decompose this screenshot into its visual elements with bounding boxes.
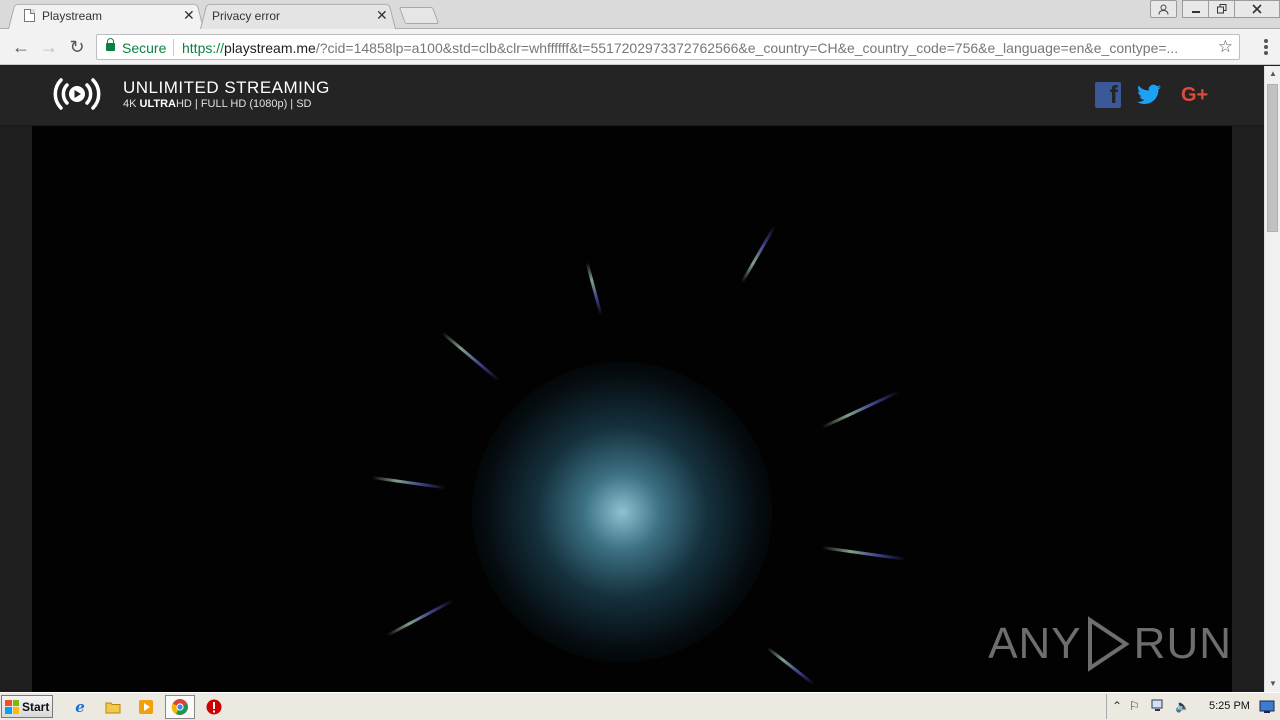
light-ray	[740, 225, 776, 284]
start-label: Start	[22, 699, 50, 714]
site-title: UNLIMITED STREAMING	[123, 78, 330, 97]
address-bar[interactable]: Secure https://playstream.me/?cid=14858l…	[96, 34, 1240, 60]
windows-flag-icon	[5, 699, 19, 714]
page-icon	[24, 9, 35, 22]
divider	[173, 39, 174, 56]
web-page: UNLIMITED STREAMING 4K ULTRAHD | FULL HD…	[0, 66, 1264, 692]
subtitle-rest: HD | FULL HD (1080p) | SD	[175, 98, 312, 110]
url-host: playstream.me	[224, 40, 316, 56]
scroll-thumb[interactable]	[1267, 84, 1278, 232]
watermark-right-text: RUN	[1133, 619, 1232, 668]
restore-button[interactable]	[1208, 0, 1235, 18]
url-text[interactable]: https://playstream.me/?cid=14858lp=a100&…	[182, 40, 1212, 56]
taskbar-clock[interactable]: 5:25 PM	[1209, 700, 1250, 712]
tab-privacy-error[interactable]: Privacy error ✕	[200, 2, 396, 30]
security-label[interactable]: Secure	[122, 40, 166, 56]
minimize-button[interactable]	[1182, 0, 1209, 18]
watermark-left-text: ANY	[988, 619, 1082, 668]
subtitle-ultra: ULTRA	[139, 98, 176, 110]
light-ray	[821, 546, 907, 561]
tab-label: Privacy error	[212, 9, 281, 23]
site-subtitle: 4K ULTRAHD | FULL HD (1080p) | SD	[123, 98, 312, 110]
system-tray: ⌃ ⚐ 🔈	[1106, 694, 1280, 719]
light-ray	[371, 476, 447, 490]
reload-button[interactable]: ↻	[67, 37, 87, 57]
browser-toolbar: ← → ↻ Secure https://playstream.me/?cid=…	[0, 29, 1280, 65]
subtitle-prefix: 4K	[123, 98, 140, 110]
tab-label: Playstream	[42, 9, 103, 23]
window-controls	[1150, 0, 1280, 20]
browser-tabstrip: Playstream ✕ Privacy error ✕	[0, 0, 1280, 30]
play-triangle-icon	[1087, 616, 1130, 672]
volume-icon[interactable]: 🔈	[1175, 699, 1190, 713]
scroll-up-icon[interactable]: ▲	[1265, 66, 1280, 82]
lock-icon	[106, 38, 115, 51]
profile-icon[interactable]	[1150, 0, 1177, 18]
network-icon[interactable]	[1151, 699, 1165, 715]
url-scheme: https://	[182, 40, 225, 56]
show-desktop-icon[interactable]	[1257, 697, 1277, 717]
light-ray	[766, 646, 816, 686]
action-center-flag-icon[interactable]: ⚐	[1129, 699, 1140, 713]
bookmark-star-icon[interactable]: ☆	[1218, 37, 1233, 57]
stop-sign-app-icon[interactable]	[204, 697, 224, 717]
light-ray	[386, 598, 454, 637]
browser-menu-icon[interactable]	[1264, 39, 1268, 57]
back-button[interactable]: ←	[11, 37, 31, 57]
tab-close-icon[interactable]: ✕	[376, 7, 388, 23]
glowing-orb-graphic	[472, 362, 772, 662]
google-plus-icon[interactable]: G+	[1181, 82, 1215, 108]
light-ray	[821, 390, 900, 429]
twitter-icon[interactable]	[1136, 82, 1162, 108]
video-player[interactable]: ANY RUN	[32, 126, 1232, 692]
internet-explorer-icon[interactable]: e	[70, 697, 90, 717]
close-window-button[interactable]	[1234, 0, 1280, 18]
site-header: UNLIMITED STREAMING 4K ULTRAHD | FULL HD…	[0, 66, 1264, 126]
tab-playstream[interactable]: Playstream ✕	[8, 2, 204, 30]
broadcast-logo-icon[interactable]	[52, 76, 102, 112]
new-tab-button[interactable]	[398, 7, 440, 24]
url-path: /?cid=14858lp=a100&std=clb&clr=whffffff&…	[315, 40, 1179, 56]
light-ray	[441, 331, 501, 382]
show-hidden-icons-icon[interactable]: ⌃	[1112, 699, 1122, 713]
start-button[interactable]: Start	[1, 695, 53, 718]
anyrun-watermark: ANY RUN	[988, 616, 1232, 672]
page-scrollbar[interactable]: ▲ ▼	[1264, 66, 1280, 692]
file-explorer-icon[interactable]	[103, 697, 123, 717]
forward-button[interactable]: →	[39, 37, 59, 57]
chrome-taskbar-icon[interactable]	[165, 695, 195, 719]
facebook-icon[interactable]: f	[1095, 81, 1121, 109]
windows-taskbar: Start e ⌃ ⚐ 🔈 5:25 PM	[0, 692, 1280, 720]
scroll-down-icon[interactable]: ▼	[1265, 676, 1280, 692]
light-ray	[585, 262, 603, 317]
media-player-icon[interactable]	[136, 697, 156, 717]
tab-close-icon[interactable]: ✕	[183, 7, 195, 23]
